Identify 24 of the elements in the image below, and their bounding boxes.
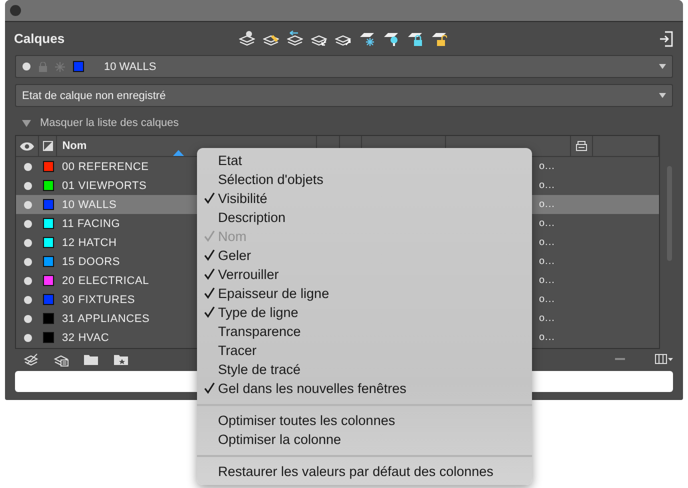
table-cell: o...: [539, 199, 555, 210]
table-cell: o...: [539, 256, 555, 267]
panel-title: Calques: [14, 31, 65, 46]
layer-name: 30 FIXTURES: [62, 294, 135, 306]
table-cell: o...: [539, 237, 555, 248]
table-cell: o...: [539, 313, 555, 324]
table-cell: o...: [539, 332, 555, 343]
layer-name: 12 HATCH: [62, 236, 117, 248]
current-layer-name: 10 WALLS: [104, 60, 156, 72]
layer-name: 15 DOORS: [62, 256, 120, 268]
menu-item: Nom: [197, 227, 532, 246]
layer-name: 31 APPLIANCES: [62, 312, 150, 324]
layer-name: 20 ELECTRICAL: [62, 274, 150, 286]
table-cell: o...: [539, 218, 555, 229]
table-cell: o...: [539, 275, 555, 286]
layer-name: 10 WALLS: [62, 198, 117, 210]
table-cell: o...: [539, 180, 555, 191]
layer-name: 00 REFERENCE: [62, 160, 149, 172]
table-cell: o...: [539, 161, 555, 172]
layer-state-value: Etat de calque non enregistré: [22, 90, 166, 102]
layer-name: 01 VIEWPORTS: [62, 180, 147, 192]
layer-name: 11 FACING: [62, 218, 120, 230]
layer-name: 32 HVAC: [62, 332, 110, 344]
table-cell: o...: [539, 294, 555, 305]
